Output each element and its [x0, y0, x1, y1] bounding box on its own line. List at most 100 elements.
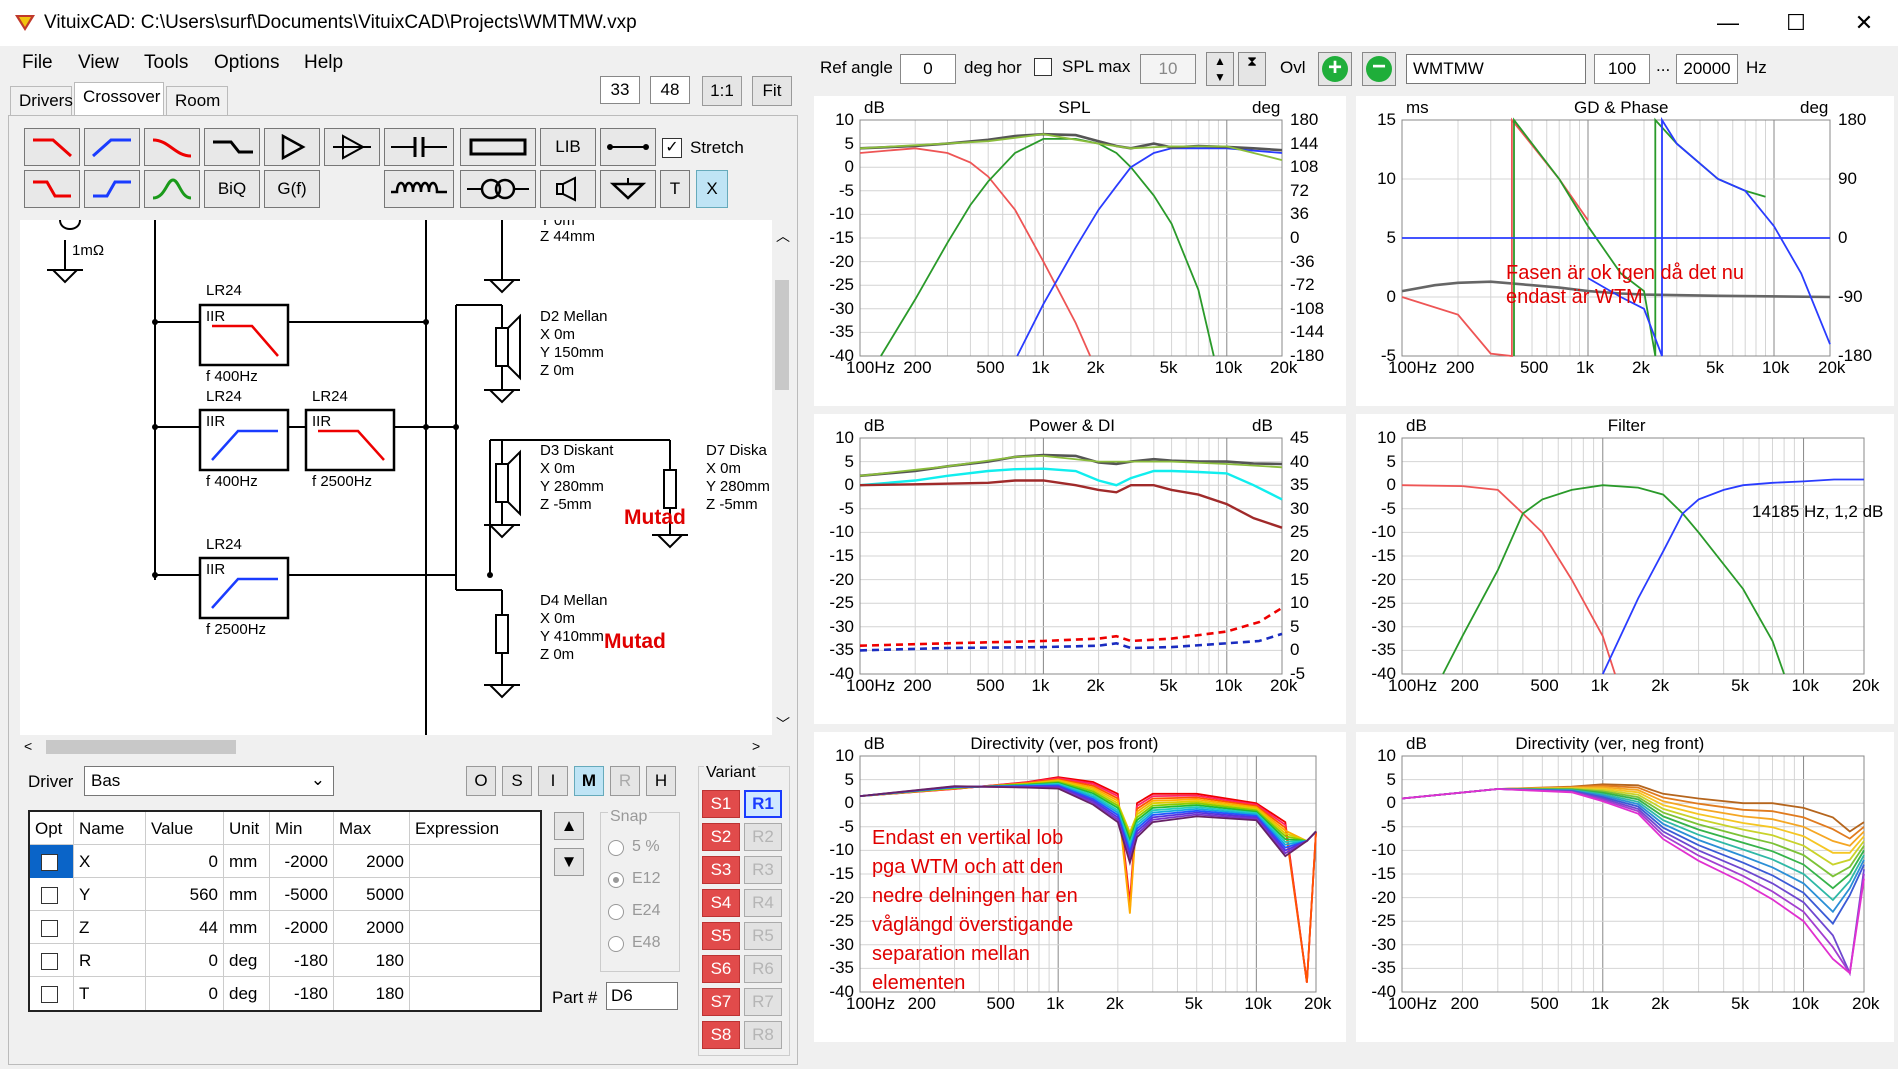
- snap-radio-5[interactable]: [608, 840, 624, 856]
- amplifier-tool-button[interactable]: [264, 128, 320, 166]
- schematic-canvas[interactable]: 1mΩ LR24 IIR f 400Hz LR24 IIR f 400Hz LR…: [20, 220, 772, 735]
- menu-tools[interactable]: Tools: [144, 52, 188, 74]
- vertical-scroll-thumb[interactable]: [775, 280, 789, 390]
- variant-s1-button[interactable]: S1: [702, 790, 740, 818]
- row-max[interactable]: 180: [334, 977, 410, 1010]
- freq-low-input[interactable]: 100: [1594, 54, 1650, 84]
- variant-s2-button[interactable]: S2: [702, 823, 740, 851]
- variant-r8-button[interactable]: R8: [744, 1021, 782, 1049]
- row-max[interactable]: 2000: [334, 911, 410, 944]
- opt-cell[interactable]: [30, 845, 74, 878]
- row-min[interactable]: -2000: [270, 845, 334, 878]
- lowpass2-tool-button[interactable]: [24, 170, 80, 208]
- table-row[interactable]: X 0 mm -2000 2000: [30, 845, 540, 878]
- opt-checkbox[interactable]: [41, 953, 58, 970]
- row-min[interactable]: -180: [270, 944, 334, 977]
- filter-plot[interactable]: 10 5 0 -5 -10 -15 -20 -25 -30 -35 -40 100Hz 200 500 1k…: [1356, 414, 1894, 724]
- scroll-down-icon[interactable]: ﹀: [776, 714, 790, 734]
- opt-cell[interactable]: [30, 911, 74, 944]
- row-min[interactable]: -2000: [270, 911, 334, 944]
- buffer-tool-button[interactable]: [324, 128, 380, 166]
- table-row[interactable]: Y 560 mm -5000 5000: [30, 878, 540, 911]
- row-value[interactable]: 0: [146, 977, 224, 1010]
- row-expression[interactable]: [410, 878, 540, 911]
- variant-r5-button[interactable]: R5: [744, 922, 782, 950]
- overlay-name-input[interactable]: WMTMW: [1406, 54, 1586, 84]
- minimize-button[interactable]: —: [1694, 0, 1762, 46]
- mode-button-i[interactable]: I: [538, 766, 568, 796]
- maximize-button[interactable]: ☐: [1762, 0, 1830, 46]
- horizontal-scroll-thumb[interactable]: [46, 740, 236, 754]
- tab-crossover[interactable]: Crossover: [74, 82, 164, 116]
- row-max[interactable]: 5000: [334, 878, 410, 911]
- transfer-function-button[interactable]: G(f): [264, 170, 320, 208]
- shelf-tool-button[interactable]: [204, 128, 260, 166]
- spl-max-input[interactable]: 10: [1140, 54, 1196, 84]
- row-max[interactable]: 180: [334, 944, 410, 977]
- variant-r2-button[interactable]: R2: [744, 823, 782, 851]
- row-min[interactable]: -5000: [270, 878, 334, 911]
- row-value[interactable]: 0: [146, 845, 224, 878]
- lowpass-tool-button[interactable]: [24, 128, 80, 166]
- wire-tool-button[interactable]: [600, 128, 656, 166]
- row-min[interactable]: -180: [270, 977, 334, 1010]
- spl-max-checkbox[interactable]: [1034, 58, 1052, 76]
- bandpass-tool-button[interactable]: [144, 170, 200, 208]
- mode-button-o[interactable]: O: [466, 766, 496, 796]
- variant-r6-button[interactable]: R6: [744, 955, 782, 983]
- table-row[interactable]: R 0 deg -180 180: [30, 944, 540, 977]
- driver-tool-button[interactable]: [540, 170, 596, 208]
- menu-options[interactable]: Options: [214, 52, 279, 74]
- scroll-right-icon[interactable]: >: [752, 738, 760, 754]
- opt-checkbox[interactable]: [41, 920, 58, 937]
- table-row[interactable]: Z 44 mm -2000 2000: [30, 911, 540, 944]
- zoom-fit-button[interactable]: Fit: [752, 76, 792, 106]
- zoom-value-2[interactable]: 48: [650, 76, 690, 104]
- remove-overlay-button[interactable]: −: [1362, 52, 1396, 86]
- table-row[interactable]: T 0 deg -180 180: [30, 977, 540, 1010]
- zoom-value-1[interactable]: 33: [600, 76, 640, 104]
- lowpass-curve-tool-button[interactable]: [144, 128, 200, 166]
- highpass2-tool-button[interactable]: [84, 170, 140, 208]
- scroll-up-icon[interactable]: ︿: [776, 226, 790, 246]
- tab-room[interactable]: Room: [166, 86, 228, 116]
- row-value[interactable]: 0: [146, 944, 224, 977]
- inductor-tool-button[interactable]: [384, 170, 454, 208]
- spl-plot[interactable]: 10 5 0 -5 -10 -15 -20 -25 -30 -35 -40 180 144 108 72 36…: [814, 96, 1346, 406]
- highpass-tool-button[interactable]: [84, 128, 140, 166]
- vertical-scrollbar[interactable]: ︿ ﹀: [772, 220, 792, 735]
- variant-s7-button[interactable]: S7: [702, 988, 740, 1016]
- mode-button-r[interactable]: R: [610, 766, 640, 796]
- close-button[interactable]: ✕: [1830, 0, 1898, 46]
- library-button[interactable]: LIB: [540, 128, 596, 166]
- mode-button-s[interactable]: S: [502, 766, 532, 796]
- variant-s5-button[interactable]: S5: [702, 922, 740, 950]
- mode-button-h[interactable]: H: [646, 766, 676, 796]
- opt-cell[interactable]: [30, 878, 74, 911]
- opt-checkbox[interactable]: [41, 887, 58, 904]
- menu-help[interactable]: Help: [304, 52, 343, 74]
- snap-radio-e48[interactable]: [608, 936, 624, 952]
- variant-s3-button[interactable]: S3: [702, 856, 740, 884]
- row-expression[interactable]: [410, 845, 540, 878]
- scroll-left-icon[interactable]: <: [24, 738, 32, 754]
- mode-button-m[interactable]: M: [574, 766, 604, 796]
- zoom-1to1-button[interactable]: 1:1: [702, 76, 742, 106]
- row-expression[interactable]: [410, 944, 540, 977]
- move-up-button[interactable]: ▲: [554, 812, 584, 840]
- variant-s8-button[interactable]: S8: [702, 1021, 740, 1049]
- snap-radio-e12[interactable]: [608, 872, 624, 888]
- x-tool-button[interactable]: X: [696, 170, 728, 208]
- opt-cell[interactable]: [30, 944, 74, 977]
- tab-drivers[interactable]: Drivers: [10, 86, 73, 116]
- row-value[interactable]: 44: [146, 911, 224, 944]
- spl-max-stepper[interactable]: ▲ ▼: [1206, 52, 1234, 86]
- row-expression[interactable]: [410, 977, 540, 1010]
- menu-file[interactable]: File: [22, 52, 53, 74]
- capacitor-tool-button[interactable]: [384, 128, 454, 166]
- stretch-checkbox[interactable]: ✓: [662, 138, 682, 158]
- ref-angle-input[interactable]: 0: [900, 54, 956, 84]
- variant-r3-button[interactable]: R3: [744, 856, 782, 884]
- directivity-neg-plot[interactable]: 10 5 0 -5 -10 -15 -20 -25 -30 -35 -40 100Hz 200 500 1k…: [1356, 732, 1894, 1042]
- resistor-tool-button[interactable]: [460, 128, 536, 166]
